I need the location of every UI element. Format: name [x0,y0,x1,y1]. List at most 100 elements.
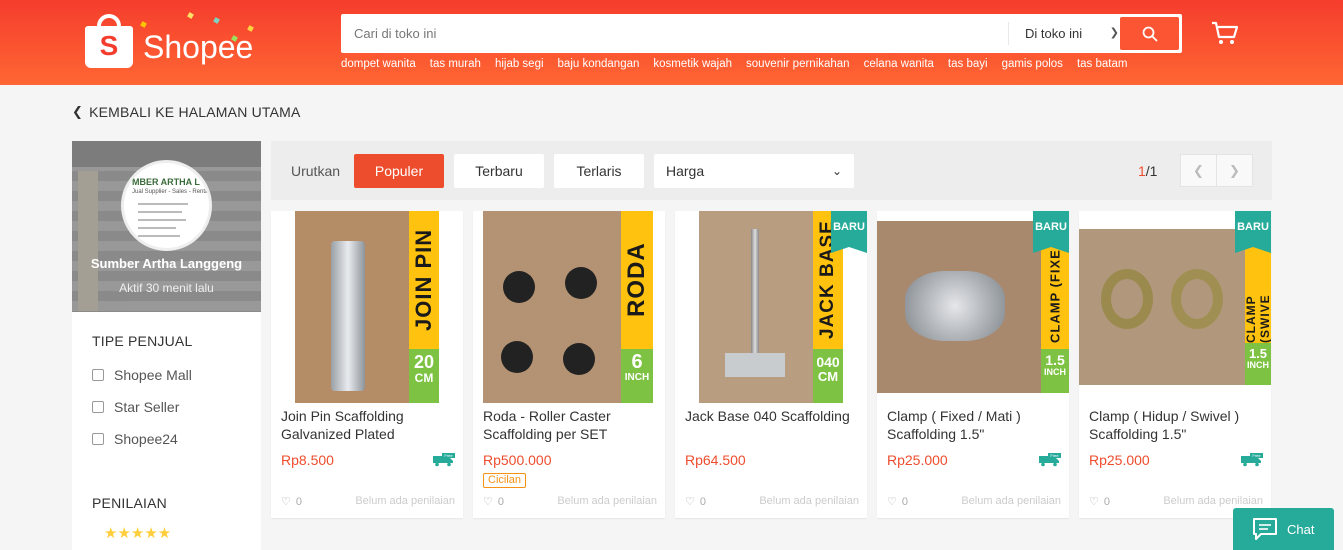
keyword-link[interactable]: gamis polos [1002,58,1063,70]
back-link-label: KEMBALI KE HALAMAN UTAMA [89,104,301,120]
product-image: CLAMP (SWIVE 1.5 INCH BARU [1079,211,1271,403]
product-card[interactable]: JACK BASE 040 CM BARU Jack Base 040 Scaff… [675,211,867,518]
keyword-link[interactable]: baju kondangan [558,58,640,70]
free-shipping-icon: Free [433,453,455,467]
chevron-right-icon: ❯ [1229,162,1240,178]
like-count[interactable]: ♡ 0 [887,495,908,509]
keyword-link[interactable]: celana wanita [864,58,934,70]
shopee-logo[interactable]: S Shopee [85,12,253,68]
like-count[interactable]: ♡ 0 [281,495,302,509]
product-price: Rp25.000 [1089,452,1150,468]
free-shipping-icon: Free [1039,453,1061,467]
size-tag: 040 CM [813,349,843,403]
heart-icon: ♡ [887,496,897,508]
search-icon [1142,26,1157,41]
seller-type-title: TIPE PENJUAL [92,333,193,349]
next-page-button[interactable]: ❯ [1216,154,1253,187]
svg-text:Free: Free [1252,453,1261,458]
product-name: Clamp ( Hidup / Swivel ) Scaffolding 1.5… [1089,408,1240,442]
installment-badge: Cicilan [483,473,527,488]
rating-status: Belum ada penilaian [759,495,859,507]
keyword-link[interactable]: souvenir pernikahan [746,58,850,70]
free-shipping-icon: Free [1241,453,1263,467]
svg-text:Free: Free [444,453,453,458]
shop-avatar: MBER ARTHA L Jual Supplier - Sales - Ren… [121,160,212,251]
new-badge: BARU [1033,211,1069,253]
chevron-down-icon: ⌄ [831,164,842,178]
product-card[interactable]: RODA 6 INCH Roda - Roller Caster Scaffold… [473,211,665,518]
product-card[interactable]: CLAMP (FIXE 1.5 INCH BARU Clamp ( Fixed /… [877,211,1069,518]
keyword-link[interactable]: tas batam [1077,58,1128,70]
product-name: Join Pin Scaffolding Galvanized Plated [281,408,404,442]
checkbox[interactable] [92,433,104,445]
heart-icon: ♡ [1089,496,1099,508]
size-tag: 6 INCH [621,349,653,403]
rating-status: Belum ada penilaian [1163,495,1263,507]
chat-bubble-icon [1253,518,1277,540]
search-input[interactable] [341,14,1008,53]
total-pages: /1 [1145,163,1158,179]
sort-label: Urutkan [291,163,341,179]
product-banner: RODA [621,211,653,349]
search-bar: Di toko ini ❯ [341,14,1182,53]
prev-page-button[interactable]: ❮ [1180,154,1217,187]
like-count[interactable]: ♡ 0 [483,495,504,509]
rating-title: PENILAIAN [92,495,167,511]
sort-newest-button[interactable]: Terbaru [454,154,544,188]
product-price: Rp25.000 [887,452,948,468]
shop-active-status: Aktif 30 menit lalu [119,281,214,295]
back-to-home-link[interactable]: ❮ KEMBALI KE HALAMAN UTAMA [72,104,301,120]
sort-popular-button[interactable]: Populer [354,154,444,188]
chevron-left-icon: ❮ [72,104,84,119]
checkbox[interactable] [92,401,104,413]
product-price: Rp64.500 [685,452,746,468]
keyword-link[interactable]: dompet wanita [341,58,416,70]
shop-profile-card[interactable]: MBER ARTHA L Jual Supplier - Sales - Ren… [72,141,261,312]
size-tag: 1.5 INCH [1041,349,1069,393]
rating-5-stars-filter[interactable]: ★★★★★ [104,524,171,542]
filter-shopee24[interactable]: Shopee24 [92,431,178,447]
search-scope-select[interactable]: Di toko ini ❯ [1008,22,1119,45]
product-card[interactable]: CLAMP (SWIVE 1.5 INCH BARU Clamp ( Hidup … [1079,211,1271,518]
product-name: Clamp ( Fixed / Mati ) Scaffolding 1.5" [887,408,1021,442]
svg-text:Free: Free [1050,453,1059,458]
chat-button[interactable]: Chat [1233,508,1334,550]
chat-label: Chat [1287,521,1315,537]
like-count[interactable]: ♡ 0 [685,495,706,509]
product-banner: JOIN PIN [409,211,439,349]
like-count[interactable]: ♡ 0 [1089,495,1110,509]
keyword-link[interactable]: kosmetik wajah [653,58,732,70]
keyword-link[interactable]: tas murah [430,58,481,70]
product-card[interactable]: JOIN PIN 20 CM Join Pin Scaffolding Galva… [271,211,463,518]
sort-bestseller-button[interactable]: Terlaris [554,154,644,188]
checkbox[interactable] [92,369,104,381]
page-indicator: 1/1 [1138,163,1157,179]
heart-icon: ♡ [483,496,493,508]
cart-button[interactable] [1210,18,1240,48]
heart-icon: ♡ [281,496,291,508]
product-image: JOIN PIN 20 CM [271,211,463,403]
cart-icon [1212,21,1239,44]
keyword-link[interactable]: hijab segi [495,58,544,70]
price-sort-select[interactable]: Harga ⌄ [654,154,854,188]
trending-keywords: dompet wanita tas murah hijab segi baju … [341,58,1127,70]
shopee-bag-icon: S [85,12,133,68]
rating-status: Belum ada penilaian [557,495,657,507]
product-name: Roda - Roller Caster Scaffolding per SET [483,408,611,442]
filter-star-seller[interactable]: Star Seller [92,399,179,415]
product-price: Rp500.000 [483,452,552,468]
new-badge: BARU [831,211,867,253]
size-tag: 20 CM [409,349,439,403]
product-banner: CLAMP (FIXE [1041,243,1069,349]
product-image: CLAMP (FIXE 1.5 INCH BARU [877,211,1069,403]
product-image: RODA 6 INCH [473,211,665,403]
filter-shopee-mall[interactable]: Shopee Mall [92,367,192,383]
current-page: 1 [1138,163,1146,179]
product-name: Jack Base 040 Scaffolding [685,408,850,424]
search-button[interactable] [1120,17,1179,50]
product-price: Rp8.500 [281,452,334,468]
sort-bar: Urutkan Populer Terbaru Terlaris Harga ⌄… [271,141,1272,200]
rating-status: Belum ada penilaian [355,495,455,507]
product-image: JACK BASE 040 CM BARU [675,211,867,403]
keyword-link[interactable]: tas bayi [948,58,988,70]
